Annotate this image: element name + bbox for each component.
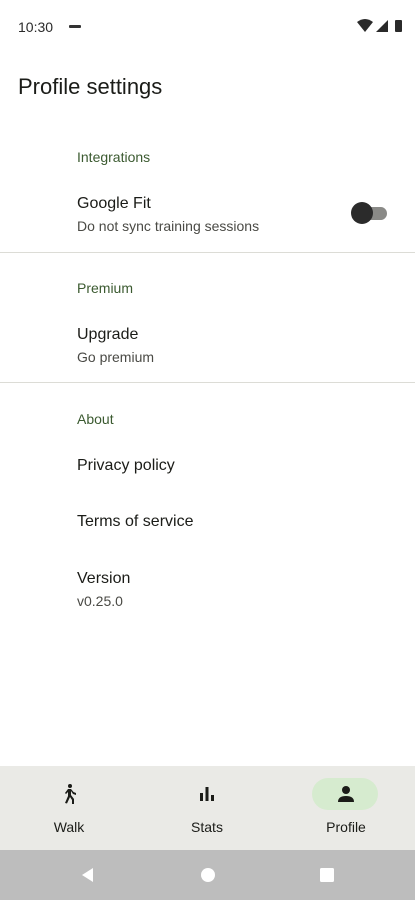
- privacy-policy-preference[interactable]: Privacy policy: [0, 442, 415, 494]
- google-fit-title: Google Fit: [77, 195, 151, 212]
- wifi-icon: [357, 19, 373, 32]
- terms-of-service-title: Terms of service: [77, 513, 194, 530]
- back-icon[interactable]: [77, 864, 99, 886]
- recents-icon[interactable]: [316, 864, 338, 886]
- status-bar: 10:30: [0, 0, 415, 52]
- google-fit-summary: Do not sync training sessions: [77, 218, 260, 234]
- cellular-signal-icon: [376, 20, 388, 32]
- bar-chart-icon: [200, 787, 214, 801]
- upgrade-preference[interactable]: Upgrade Go premium: [0, 313, 415, 381]
- walk-icon: [65, 784, 76, 804]
- section-header-premium: Premium: [77, 280, 134, 296]
- bottom-navigation: Walk Stats Profile: [0, 766, 415, 850]
- system-navigation-bar: [0, 850, 415, 900]
- home-icon[interactable]: [197, 864, 219, 886]
- version-preference[interactable]: Version v0.25.0: [0, 556, 415, 620]
- nav-item-profile[interactable]: Profile: [277, 766, 415, 850]
- page-title: Profile settings: [18, 74, 163, 99]
- nav-label-profile: Profile: [326, 819, 366, 835]
- google-fit-toggle[interactable]: [351, 202, 389, 224]
- section-header-about: About: [77, 411, 114, 427]
- status-icons: [357, 19, 402, 32]
- version-title: Version: [77, 570, 131, 587]
- nav-item-walk[interactable]: Walk: [0, 766, 138, 850]
- divider: [0, 252, 415, 253]
- section-header-integrations: Integrations: [77, 149, 151, 165]
- terms-of-service-preference[interactable]: Terms of service: [0, 498, 415, 550]
- status-time: 10:30: [18, 19, 54, 35]
- nav-label-walk: Walk: [53, 819, 85, 835]
- upgrade-title: Upgrade: [77, 326, 139, 343]
- notification-icon: [69, 25, 81, 28]
- version-summary: v0.25.0: [77, 593, 123, 609]
- toggle-thumb: [351, 202, 373, 224]
- nav-label-stats: Stats: [191, 819, 223, 835]
- privacy-policy-title: Privacy policy: [77, 457, 175, 474]
- person-icon: [338, 786, 354, 802]
- upgrade-summary: Go premium: [77, 349, 155, 365]
- nav-item-stats[interactable]: Stats: [138, 766, 276, 850]
- divider: [0, 382, 415, 383]
- battery-icon: [395, 20, 402, 32]
